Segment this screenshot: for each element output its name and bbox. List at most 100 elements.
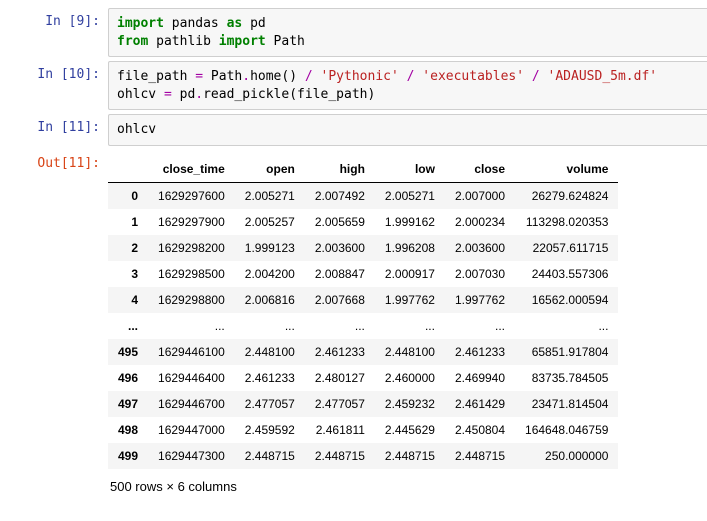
out-prompt: Out[11]:: [0, 150, 108, 494]
index-header: [108, 156, 148, 183]
cell: 113298.020353: [515, 209, 618, 235]
code-text: file_path: [117, 69, 195, 84]
row-index: 499: [108, 443, 148, 469]
cell: 2.459232: [375, 391, 445, 417]
cell: 2.477057: [305, 391, 375, 417]
code-text: pandas: [164, 16, 227, 31]
col-header: close: [445, 156, 515, 183]
table-row: 49516294461002.4481002.4612332.4481002.4…: [108, 339, 618, 365]
cell: 1629447300: [148, 443, 235, 469]
cell: 2.480127: [305, 365, 375, 391]
row-index: ...: [108, 313, 148, 339]
table-row: 49916294473002.4487152.4487152.4487152.4…: [108, 443, 618, 469]
table-row: 316292985002.0042002.0088472.0009172.007…: [108, 261, 618, 287]
code-text: pd: [242, 16, 265, 31]
cell-content: close_time open high low close volume 01…: [108, 150, 707, 494]
space: [540, 69, 548, 84]
cell: 65851.917804: [515, 339, 618, 365]
cell: 2.008847: [305, 261, 375, 287]
cell: 1629446100: [148, 339, 235, 365]
row-index: 2: [108, 235, 148, 261]
cell: 1629297900: [148, 209, 235, 235]
code-input[interactable]: ohlcv: [108, 114, 707, 146]
cell-content: file_path = Path.home() / 'Pythonic' / '…: [108, 61, 707, 110]
table-row: 416292988002.0068162.0076681.9977621.997…: [108, 287, 618, 313]
cell: 2.461233: [305, 339, 375, 365]
operator: /: [532, 69, 540, 84]
row-index: 497: [108, 391, 148, 417]
table-row: 49716294467002.4770572.4770572.4592322.4…: [108, 391, 618, 417]
cell: 2.445629: [375, 417, 445, 443]
in-prompt: In [10]:: [0, 61, 108, 110]
cell: 1.996208: [375, 235, 445, 261]
cell: 1629446400: [148, 365, 235, 391]
cell: 2.000917: [375, 261, 445, 287]
cell: 2.000234: [445, 209, 515, 235]
keyword: as: [227, 16, 243, 31]
operator: /: [305, 69, 313, 84]
cell: 1.997762: [445, 287, 515, 313]
cell: 2.007030: [445, 261, 515, 287]
cell: 2.461233: [235, 365, 305, 391]
cell: 2.450804: [445, 417, 515, 443]
string: 'executables': [422, 69, 524, 84]
cell: 2.003600: [305, 235, 375, 261]
header-row: close_time open high low close volume: [108, 156, 618, 183]
cell: 2.469940: [445, 365, 515, 391]
cell: 1.999123: [235, 235, 305, 261]
code-text: pd: [172, 87, 195, 102]
cell: 1629446700: [148, 391, 235, 417]
operator: =: [195, 69, 203, 84]
cell: 1629298800: [148, 287, 235, 313]
operator: .: [242, 69, 250, 84]
cell: 2.448100: [375, 339, 445, 365]
cell: 2.448715: [445, 443, 515, 469]
operator: .: [195, 87, 203, 102]
cell: ...: [515, 313, 618, 339]
cell: 250.000000: [515, 443, 618, 469]
cell: 1.997762: [375, 287, 445, 313]
space: [313, 69, 321, 84]
table-row: 216292982001.9991232.0036001.9962082.003…: [108, 235, 618, 261]
cell: 2.005659: [305, 209, 375, 235]
table-row: .....................: [108, 313, 618, 339]
cell: ...: [235, 313, 305, 339]
col-header: close_time: [148, 156, 235, 183]
cell: ...: [445, 313, 515, 339]
row-index: 3: [108, 261, 148, 287]
cell: 2.007492: [305, 182, 375, 209]
cell: 2.461811: [305, 417, 375, 443]
col-header: volume: [515, 156, 618, 183]
keyword: import: [219, 34, 266, 49]
dataframe-table: close_time open high low close volume 01…: [108, 156, 618, 469]
cell-content: import pandas as pd from pathlib import …: [108, 8, 707, 57]
code-input[interactable]: import pandas as pd from pathlib import …: [108, 8, 707, 57]
code-text: ohlcv: [117, 87, 164, 102]
cell: 23471.814504: [515, 391, 618, 417]
code-input[interactable]: file_path = Path.home() / 'Pythonic' / '…: [108, 61, 707, 110]
cell-11-out: Out[11]: close_time open high low close …: [0, 150, 707, 494]
in-prompt: In [9]:: [0, 8, 108, 57]
code-text: pathlib: [148, 34, 218, 49]
cell: 1629298500: [148, 261, 235, 287]
cell: 2.448715: [305, 443, 375, 469]
string: 'ADAUSD_5m.df': [548, 69, 658, 84]
space: [399, 69, 407, 84]
cell: 22057.611715: [515, 235, 618, 261]
cell: 2.007000: [445, 182, 515, 209]
row-index: 1: [108, 209, 148, 235]
string: 'Pythonic': [321, 69, 399, 84]
table-row: 49816294470002.4595922.4618112.4456292.4…: [108, 417, 618, 443]
cell: 2.448100: [235, 339, 305, 365]
table-row: 016292976002.0052712.0074922.0052712.007…: [108, 182, 618, 209]
operator: =: [164, 87, 172, 102]
code-text: home(): [250, 69, 305, 84]
col-header: high: [305, 156, 375, 183]
code-text: Path: [266, 34, 305, 49]
col-header: open: [235, 156, 305, 183]
cell: 2.007668: [305, 287, 375, 313]
code-text: Path: [203, 69, 242, 84]
cell: 1.999162: [375, 209, 445, 235]
col-header: low: [375, 156, 445, 183]
cell: 26279.624824: [515, 182, 618, 209]
